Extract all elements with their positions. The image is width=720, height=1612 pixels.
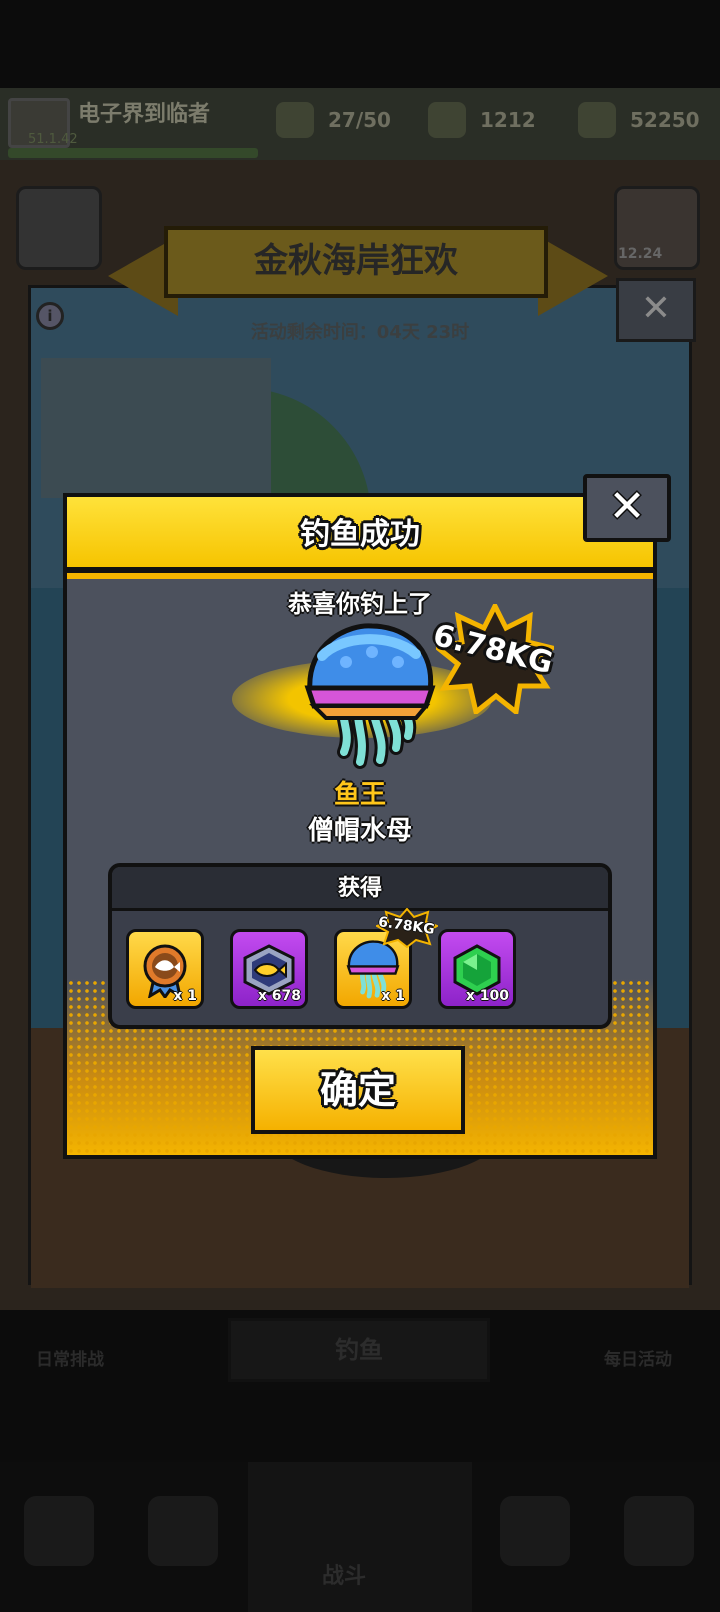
jellyfish-icon xyxy=(304,623,436,769)
coin-counter[interactable]: 52250 xyxy=(578,100,700,140)
event-title: 金秋海岸狂欢 xyxy=(164,226,548,298)
event-timer: 活动剩余时间：04天 23时 xyxy=(250,322,470,343)
stamina-value: 27/50 xyxy=(328,108,391,132)
fish-name: 僧帽水母 xyxy=(307,816,412,846)
rewards-panel: 获得 x 1 x 678 x 1 x 100 xyxy=(108,863,612,1029)
banner-right-arrow xyxy=(538,236,608,316)
menu-list-button[interactable] xyxy=(16,186,102,270)
medal-counter[interactable]: 1212 xyxy=(428,100,536,140)
reward-count: x 1 xyxy=(173,988,197,1004)
stamina-icon xyxy=(276,102,314,138)
event-close-button[interactable]: ✕ xyxy=(616,278,696,342)
nav-equipment-icon[interactable] xyxy=(148,1496,218,1566)
dialog-header: 钓鱼成功 xyxy=(67,497,653,573)
reward-item[interactable]: x 1 xyxy=(126,929,204,1009)
reward-item[interactable]: x 678 xyxy=(230,929,308,1009)
reward-count: x 100 xyxy=(465,988,509,1004)
confirm-button[interactable]: 确定 xyxy=(251,1046,465,1134)
reward-item[interactable]: x 100 xyxy=(438,929,516,1009)
daily-event-label[interactable]: 每日活动 xyxy=(604,1345,672,1370)
daily-challenge-label[interactable]: 日常排战 xyxy=(36,1345,104,1370)
fish-action-button[interactable]: 钓鱼 xyxy=(228,1318,490,1382)
nav-home-icon[interactable] xyxy=(624,1496,694,1566)
player-level: 51.1.42 xyxy=(28,132,78,147)
dialog-close-button[interactable]: ✕ xyxy=(583,474,671,542)
level-progress-bar xyxy=(8,148,258,158)
city-buildings xyxy=(41,358,271,498)
nav-battle-label: 战斗 xyxy=(322,1564,367,1589)
rewards-header: 获得 xyxy=(112,867,608,911)
side-event-label: 12.24 xyxy=(618,246,663,262)
reward-count: x 1 xyxy=(381,988,405,1004)
nav-partner-icon[interactable] xyxy=(500,1496,570,1566)
event-title-banner: 金秋海岸狂欢 xyxy=(108,218,608,316)
stamina-counter[interactable]: 27/50 xyxy=(276,100,391,140)
medal-icon xyxy=(428,102,466,138)
dialog-title: 钓鱼成功 xyxy=(300,517,420,552)
nav-shop-icon[interactable] xyxy=(24,1496,94,1566)
coin-value: 52250 xyxy=(630,108,700,132)
player-name: 电子界到临者 xyxy=(78,102,211,127)
rarity-label: 鱼王 xyxy=(333,780,386,810)
congrats-text: 恭喜你钓上了 xyxy=(288,590,432,618)
medal-value: 1212 xyxy=(480,108,536,132)
game-screen: 电子界到临者 51.1.42 27/50 1212 52250 12.24 i … xyxy=(0,0,720,1612)
reward-count: x 678 xyxy=(257,988,301,1004)
bottom-nav: 战斗 xyxy=(0,1462,720,1612)
coin-icon xyxy=(578,102,616,138)
